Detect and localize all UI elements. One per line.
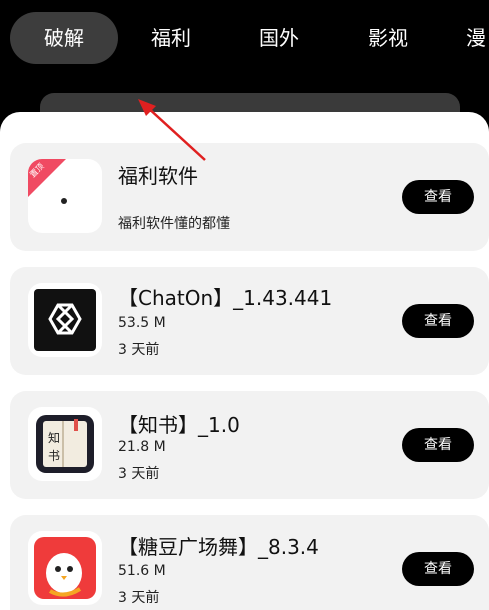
app-list-sheet: 置顶 福利软件 福利软件懂的都懂 查看 【ChatOn】_1.43.441 53… (0, 112, 489, 610)
book-cover-text: 知书 (48, 431, 61, 463)
app-title: 福利软件 (118, 164, 198, 188)
tab-welfare[interactable]: 福利 (138, 12, 204, 64)
app-title: 【知书】_1.0 (118, 413, 240, 437)
book-svg (36, 415, 94, 473)
list-item-welfare-software[interactable]: 置顶 福利软件 福利软件懂的都懂 查看 (10, 143, 489, 251)
chaton-logo-icon (28, 283, 102, 357)
app-dot-icon (61, 198, 67, 204)
app-updated-time: 3 天前 (118, 466, 160, 482)
tangdou-svg (34, 537, 96, 599)
app-title: 【糖豆广场舞】_8.3.4 (118, 535, 319, 559)
view-button[interactable]: 查看 (402, 304, 474, 338)
tangdou-bird-icon (28, 531, 102, 605)
tab-crack[interactable]: 破解 (10, 12, 118, 64)
zhishu-book-icon: 知书 (28, 407, 102, 481)
list-item-tangdou[interactable]: 【糖豆广场舞】_8.3.4 51.6 M 3 天前 查看 (10, 515, 489, 610)
tab-overseas[interactable]: 国外 (246, 12, 312, 64)
category-tabs: 破解 福利 国外 影视 漫 (0, 0, 489, 80)
app-size: 51.6 M (118, 563, 166, 579)
chaton-logo-svg (34, 289, 96, 351)
tab-video[interactable]: 影视 (355, 12, 421, 64)
app-description: 福利软件懂的都懂 (118, 216, 230, 232)
app-updated-time: 3 天前 (118, 590, 160, 606)
app-updated-time: 3 天前 (118, 342, 160, 358)
view-button[interactable]: 查看 (402, 552, 474, 586)
view-button[interactable]: 查看 (402, 180, 474, 214)
app-size: 53.5 M (118, 315, 166, 331)
tab-comics[interactable]: 漫 (466, 12, 489, 64)
app-size: 21.8 M (118, 439, 166, 455)
app-title: 【ChatOn】_1.43.441 (118, 286, 333, 310)
list-item-zhishu[interactable]: 知书 【知书】_1.0 21.8 M 3 天前 查看 (10, 391, 489, 499)
list-item-chaton[interactable]: 【ChatOn】_1.43.441 53.5 M 3 天前 查看 (10, 267, 489, 375)
blank-app-icon: 置顶 (28, 159, 102, 233)
view-button[interactable]: 查看 (402, 428, 474, 462)
